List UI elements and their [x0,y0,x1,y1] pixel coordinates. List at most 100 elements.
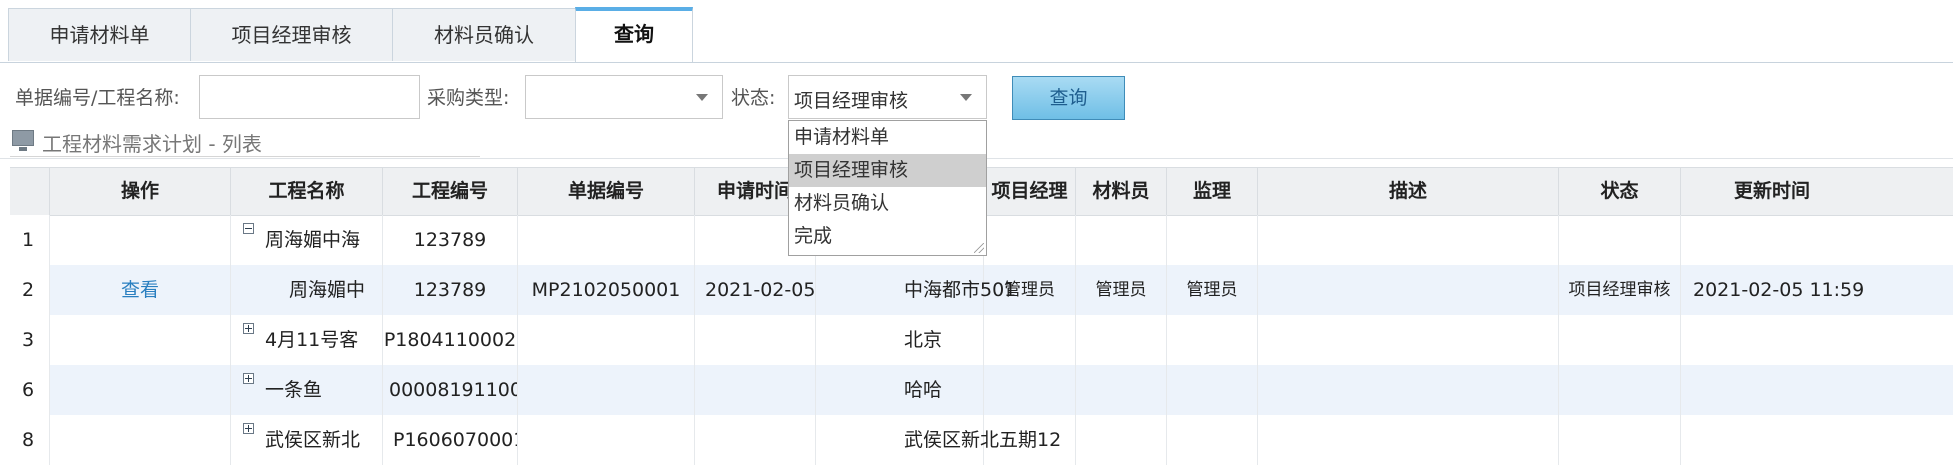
row-material-staff [1076,315,1167,365]
row-address [816,365,984,415]
header-project-manager[interactable]: 项目经理 [984,168,1076,215]
header-material-staff[interactable]: 材料员 [1076,168,1167,215]
row-project-name: 周海媚中海 [231,215,383,265]
header-status[interactable]: 状态 [1559,168,1681,215]
search-button[interactable]: 查询 [1012,76,1125,120]
header-project-name[interactable]: 工程名称 [231,168,383,215]
chevron-down-icon[interactable] [696,94,708,101]
row-number: 3 [10,315,50,365]
row-updated-time: 2021-02-05 11:59 [1693,279,1865,301]
table-row[interactable]: 3 4月11号客 P1804110002 [10,315,1953,365]
tab-query[interactable]: 查询 [575,7,693,62]
header-doc-number[interactable]: 单据编号 [518,168,695,215]
purchase-type-select[interactable] [525,75,723,119]
status-option-apply[interactable]: 申请材料单 [789,121,986,154]
row-project-manager [984,365,1076,415]
collapse-icon[interactable] [243,223,254,234]
row-supervisor [1167,315,1258,365]
tab-pm-review[interactable]: 项目经理审核 [190,8,393,61]
header-rownum [10,168,50,215]
row-description [1258,315,1559,365]
row-doc-number: MP2102050001 [518,265,695,315]
resize-grip-icon[interactable] [974,243,984,253]
header-updated-time[interactable]: 更新时间 [1681,168,1953,215]
row-description [1258,215,1559,265]
header-supervisor[interactable]: 监理 [1167,168,1258,215]
row-status [1559,215,1681,265]
row-project-code: 123789 [383,215,518,265]
row-project-manager [984,215,1076,265]
section-header: 工程材料需求计划 - 列表 [10,128,480,157]
table-row[interactable]: 6 一条鱼 000081911004 [10,365,1953,415]
section-title: 工程材料需求计划 - 列表 [42,132,262,156]
row-project-name: 武侯区新北 [231,415,383,465]
row-project-code: P1606070001 [383,415,518,465]
row-apply-date [695,315,816,365]
address-text: 北京 [904,329,943,351]
row-doc-number [518,415,695,465]
row-action [50,215,231,265]
address-text: 哈哈 [904,379,943,401]
row-project-code: 123789 [383,265,518,315]
row-updated-time [1681,215,1953,265]
row-status [1559,415,1681,465]
row-action [50,365,231,415]
row-address [816,315,984,365]
header-project-code[interactable]: 工程编号 [383,168,518,215]
monitor-icon [12,130,34,151]
row-action [50,315,231,365]
row-project-code: 000081911004 [383,365,518,415]
row-supervisor [1167,215,1258,265]
row-description [1258,365,1559,415]
row-updated-time [1681,365,1953,415]
row-material-staff: 管理员 [1076,265,1167,315]
row-doc-number [518,215,695,265]
row-project-name: 4月11号客 [231,315,383,365]
row-project-code: P1804110002 [383,315,518,365]
header-description[interactable]: 描述 [1258,168,1559,215]
tab-apply-material[interactable]: 申请材料单 [8,8,191,61]
row-supervisor [1167,365,1258,415]
row-number: 8 [10,415,50,465]
purchase-type-label: 采购类型: [427,87,510,109]
row-doc-number [518,315,695,365]
status-option-complete[interactable]: 完成 [789,220,986,253]
row-project-name: 周海媚中 [231,265,383,315]
doc-number-label: 单据编号/工程名称: [15,87,180,109]
row-project-name: 一条鱼 [231,365,383,415]
row-description [1258,415,1559,465]
status-option-pm-review[interactable]: 项目经理审核 [789,154,986,187]
row-project-manager [984,315,1076,365]
address-text: 中海都市501 [904,279,1017,301]
row-number: 2 [10,265,50,315]
row-number: 6 [10,365,50,415]
row-status: 项目经理审核 [1559,265,1681,315]
status-label: 状态: [731,87,776,109]
row-supervisor: 管理员 [1167,265,1258,315]
address-text: 武侯区新北五期12 [904,429,1062,451]
row-apply-date [695,415,816,465]
header-action[interactable]: 操作 [50,168,231,215]
status-option-material-confirm[interactable]: 材料员确认 [789,187,986,220]
row-status [1559,315,1681,365]
row-action [50,415,231,465]
row-material-staff [1076,415,1167,465]
row-number: 1 [10,215,50,265]
status-select-value: 项目经理审核 [794,90,909,112]
row-material-staff [1076,365,1167,415]
tab-material-confirm[interactable]: 材料员确认 [392,8,576,61]
view-link[interactable]: 查看 [50,265,231,315]
status-select[interactable]: 项目经理审核 [788,75,987,119]
row-apply-date: 2021-02-05 [695,265,816,315]
chevron-down-icon[interactable] [960,94,972,101]
tab-bar: 申请材料单 项目经理审核 材料员确认 查询 [0,0,1953,63]
row-status [1559,365,1681,415]
expand-icon[interactable] [243,373,254,384]
row-material-staff [1076,215,1167,265]
row-updated-time [1681,415,1953,465]
expand-icon[interactable] [243,323,254,334]
row-updated-time [1681,315,1953,365]
status-dropdown-list[interactable]: 申请材料单 项目经理审核 材料员确认 完成 [788,120,987,256]
expand-icon[interactable] [243,423,254,434]
doc-number-input[interactable] [199,75,420,119]
